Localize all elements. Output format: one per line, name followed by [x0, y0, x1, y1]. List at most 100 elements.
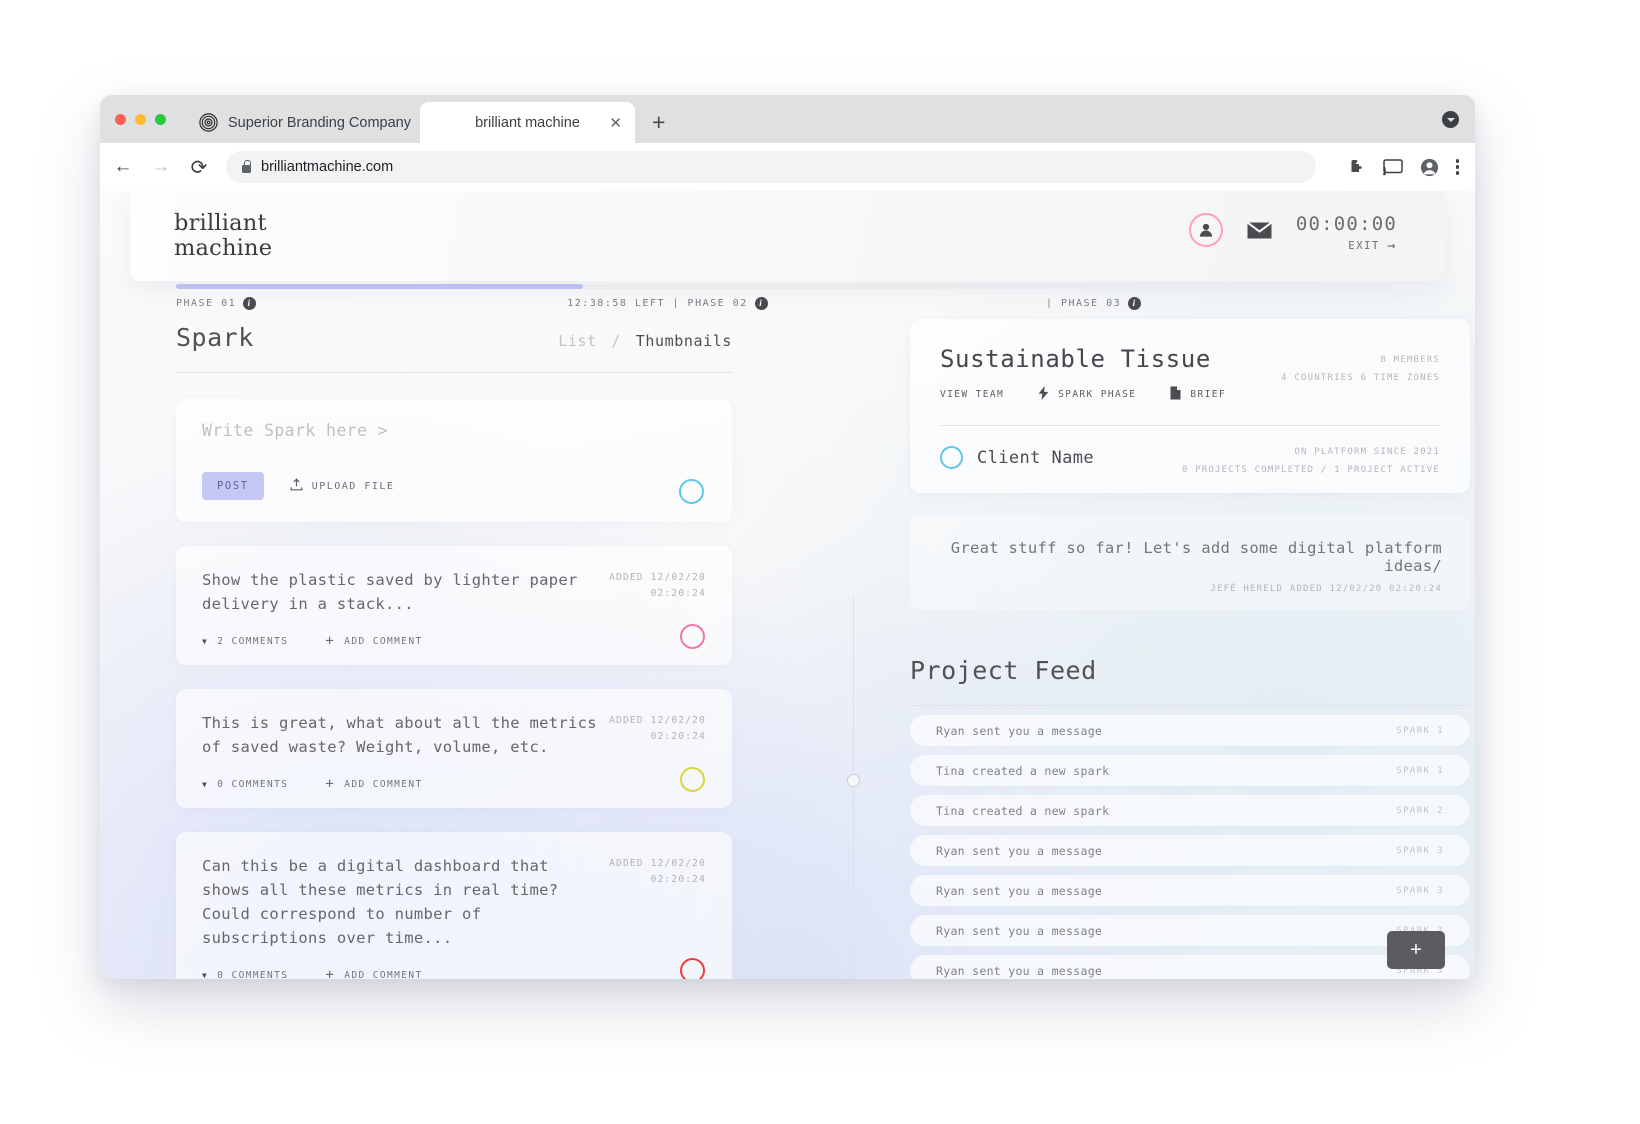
list-item[interactable]: Ryan sent you a message SPARK 3: [910, 875, 1470, 906]
list-item[interactable]: Ryan sent you a message SPARK 3: [910, 915, 1470, 946]
phase-label-text: | PHASE 03: [1045, 298, 1122, 309]
on-platform-since: ON PLATFORM SINCE 2021: [1294, 447, 1440, 457]
spark-card[interactable]: Show the plastic saved by lighter paper …: [176, 546, 732, 665]
comments-toggle[interactable]: ▼ 0 COMMENTS: [202, 779, 288, 790]
add-button[interactable]: +: [1387, 931, 1445, 969]
spark-input[interactable]: Write Spark here >: [202, 421, 706, 440]
close-window-button[interactable]: [115, 114, 126, 125]
spark-card[interactable]: Can this be a digital dashboard that sho…: [176, 832, 732, 979]
spark-color-ring[interactable]: [680, 767, 705, 792]
brief-label: BRIEF: [1190, 389, 1227, 400]
window-menu-icon[interactable]: [1442, 111, 1459, 128]
tab-list-view[interactable]: List: [558, 332, 597, 350]
add-comment-button[interactable]: + ADD COMMENT: [325, 777, 422, 791]
chevron-down-icon: ▼: [202, 970, 209, 980]
projects-stat: 0 PROJECTS COMPLETED / 1 PROJECT ACTIVE: [1181, 465, 1440, 475]
comments-count-label: 0 COMMENTS: [217, 969, 289, 980]
client-row[interactable]: Client Name ON PLATFORM SINCE 2021 0 PRO…: [940, 446, 1440, 475]
browser-window: Superior Branding Company ✕ brilliant ma…: [100, 95, 1475, 979]
kebab-menu-icon[interactable]: [1455, 159, 1459, 175]
new-tab-button[interactable]: +: [652, 111, 665, 134]
maximize-window-button[interactable]: [155, 114, 166, 125]
mail-icon[interactable]: [1246, 221, 1272, 243]
back-button[interactable]: ←: [108, 156, 138, 178]
browser-toolbar-icons: [1347, 158, 1459, 177]
phase-label-03[interactable]: | PHASE 03 i: [1045, 297, 1142, 310]
spark-color-ring[interactable]: [680, 958, 705, 979]
info-icon[interactable]: i: [754, 297, 768, 310]
client-comment-card: Great stuff so far! Let's add some digit…: [910, 515, 1470, 610]
browser-url-bar: ← → ⟳ brilliantmachine.com: [100, 143, 1475, 191]
app-header: brilliant machine 00:00:00 EXIT →: [130, 191, 1445, 281]
feed-item-text: Tina created a new spark: [936, 803, 1110, 818]
spark-timestamp: ADDED 12/02/20 02:20:24: [609, 570, 706, 602]
list-item[interactable]: Ryan sent you a message SPARK 3: [910, 835, 1470, 866]
list-item[interactable]: Ryan sent you a message SPARK 1: [910, 715, 1470, 746]
spark-card-footer: ▼ 0 COMMENTS + ADD COMMENT: [202, 968, 706, 979]
feed-item-text: Ryan sent you a message: [936, 883, 1103, 898]
forward-button[interactable]: →: [146, 156, 176, 178]
add-comment-button[interactable]: + ADD COMMENT: [325, 968, 422, 979]
add-comment-button[interactable]: + ADD COMMENT: [325, 634, 422, 648]
reload-button[interactable]: ⟳: [184, 155, 214, 180]
cast-icon[interactable]: [1382, 158, 1403, 176]
upload-icon: [290, 478, 303, 494]
close-tab-icon[interactable]: ✕: [609, 114, 622, 132]
view-team-button[interactable]: VIEW TEAM: [940, 389, 1004, 400]
phase-label-02[interactable]: 12:38:58 LEFT | PHASE 02 i: [567, 297, 768, 310]
chevron-down-icon: ▼: [202, 636, 209, 646]
document-icon: [1170, 386, 1181, 403]
phase-progress-track: [176, 284, 1391, 289]
spark-color-ring[interactable]: [679, 479, 704, 504]
list-item[interactable]: Ryan sent you a message SPARK 3: [910, 955, 1470, 979]
column-divider: [853, 597, 854, 979]
brief-button[interactable]: BRIEF: [1170, 386, 1226, 403]
list-item[interactable]: Tina created a new spark SPARK 1: [910, 755, 1470, 786]
address-bar[interactable]: brilliantmachine.com: [226, 151, 1316, 183]
app-logo[interactable]: brilliant machine: [174, 211, 272, 261]
comments-toggle[interactable]: ▼ 0 COMMENTS: [202, 970, 288, 980]
spark-added-time: 02:20:24: [650, 588, 706, 599]
tab-thumbnails-view[interactable]: Thumbnails: [636, 332, 732, 350]
browser-tab-superior-branding[interactable]: Superior Branding Company ✕: [185, 102, 438, 143]
feed-item-tag: SPARK 3: [1396, 885, 1444, 896]
session-timer: 00:00:00 EXIT →: [1296, 213, 1397, 253]
list-item[interactable]: Tina created a new spark SPARK 2: [910, 795, 1470, 826]
plus-icon: +: [325, 633, 336, 649]
info-icon[interactable]: i: [1128, 297, 1142, 310]
phase-label-01[interactable]: PHASE 01 i: [176, 297, 257, 310]
extensions-icon[interactable]: [1347, 158, 1366, 177]
feed-item-text: Ryan sent you a message: [936, 723, 1103, 738]
exit-button[interactable]: EXIT →: [1296, 239, 1397, 253]
post-button[interactable]: POST: [202, 472, 264, 500]
spark-phase-button[interactable]: SPARK PHASE: [1038, 386, 1136, 403]
minimize-window-button[interactable]: [135, 114, 146, 125]
spark-card-footer: ▼ 0 COMMENTS + ADD COMMENT: [202, 777, 706, 791]
spark-text: Can this be a digital dashboard that sho…: [202, 857, 559, 947]
feed-item-tag: SPARK 1: [1396, 765, 1444, 776]
timer-value: 00:00:00: [1295, 213, 1397, 235]
divider: [176, 372, 732, 373]
spark-color-ring[interactable]: [680, 624, 705, 649]
spark-card[interactable]: This is great, what about all the metric…: [176, 689, 732, 808]
client-color-ring: [940, 446, 963, 469]
info-icon[interactable]: i: [243, 297, 257, 310]
lock-icon: [242, 160, 251, 173]
chevron-down-icon: ▼: [202, 779, 209, 789]
browser-tab-brilliant-machine[interactable]: brilliant machine ✕: [420, 102, 635, 143]
avatar[interactable]: [1188, 213, 1223, 247]
view-team-label: VIEW TEAM: [940, 389, 1005, 400]
phase-progress-fill: [176, 284, 584, 289]
page-content: brilliant machine 00:00:00 EXIT → PHASE …: [100, 191, 1475, 979]
spark-panel: Spark List / Thumbnails Write Spark here…: [176, 323, 732, 979]
window-traffic-lights[interactable]: [115, 114, 166, 125]
comments-toggle[interactable]: ▼ 2 COMMENTS: [202, 636, 288, 647]
spark-timestamp: ADDED 12/02/20 02:20:24: [609, 713, 706, 745]
comments-count-label: 0 COMMENTS: [217, 778, 289, 790]
spark-phase-label: SPARK PHASE: [1058, 389, 1137, 400]
project-summary-card: Sustainable Tissue VIEW TEAM SPARK PHASE: [910, 319, 1470, 493]
upload-file-button[interactable]: UPLOAD FILE: [290, 478, 395, 494]
upload-file-label: UPLOAD FILE: [311, 480, 395, 492]
column-divider-handle[interactable]: [847, 774, 860, 787]
profile-icon[interactable]: [1420, 158, 1439, 177]
